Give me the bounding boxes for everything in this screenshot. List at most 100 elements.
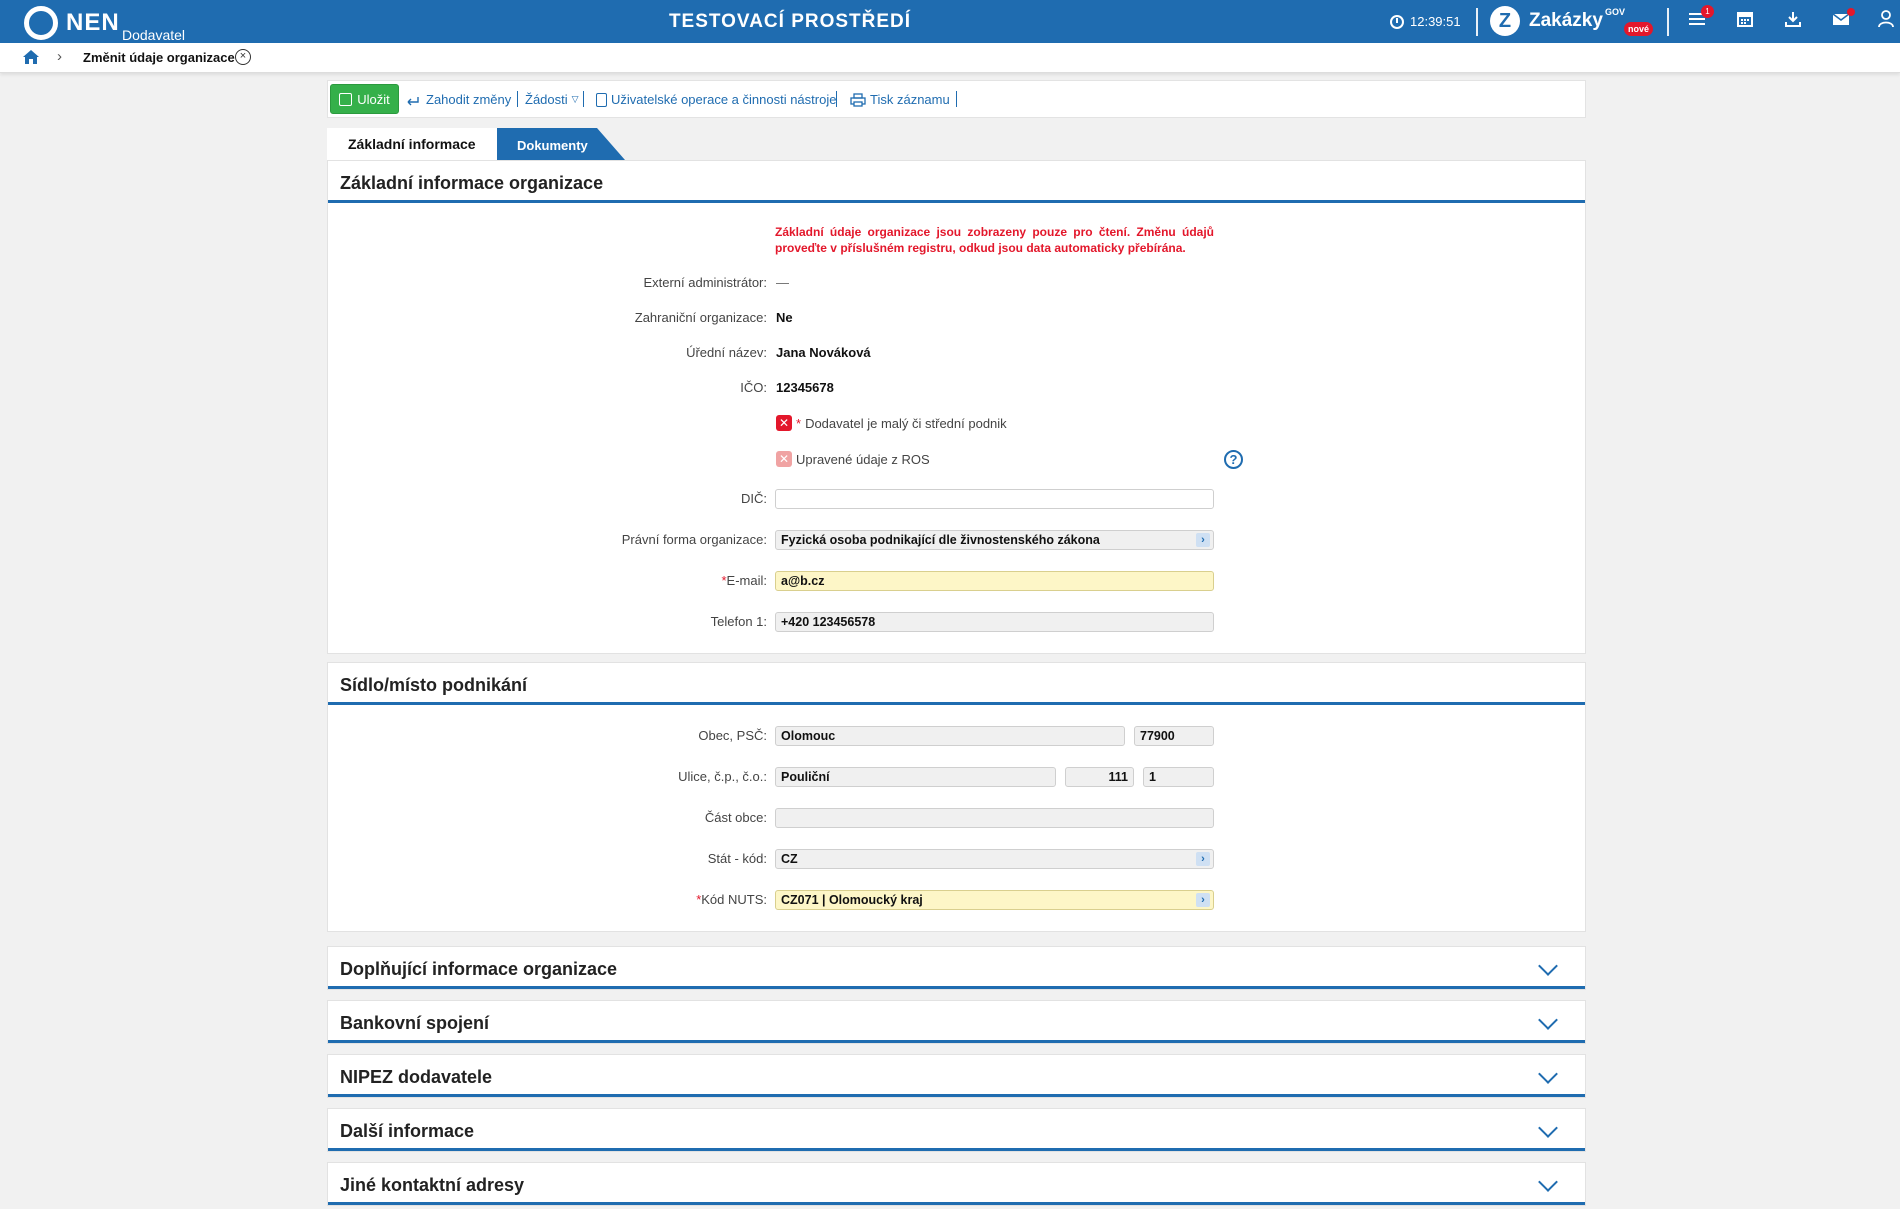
new-badge: nové <box>1624 22 1654 36</box>
panel-title: Bankovní spojení <box>340 1013 490 1033</box>
email-input[interactable]: a@b.cz <box>775 571 1214 591</box>
phone-label: Telefon 1: <box>710 614 767 629</box>
collapsible-panel-nipez[interactable]: NIPEZ dodavatele <box>327 1054 1586 1098</box>
city-label: Obec, PSČ: <box>698 728 767 743</box>
home-icon[interactable] <box>22 49 40 65</box>
panel-header[interactable]: Doplňující informace organizace <box>328 947 1585 989</box>
chevron-down-icon[interactable] <box>1538 1172 1558 1192</box>
close-icon[interactable]: × <box>235 49 251 65</box>
discard-label: Zahodit změny <box>426 92 512 107</box>
download-icon[interactable] <box>1782 10 1804 32</box>
email-label: E-mail: <box>726 573 767 588</box>
help-icon[interactable]: ? <box>1224 450 1243 469</box>
phone-input[interactable]: +420 123456578 <box>775 612 1214 632</box>
ico-label: IČO: <box>740 380 767 395</box>
cross-icon: ✕ <box>776 451 792 467</box>
action-toolbar: Uložit Zahodit změny Žádosti ▽ Uživatels… <box>327 80 1586 118</box>
collapsible-panel-bank[interactable]: Bankovní spojení <box>327 1000 1586 1044</box>
print-record-link[interactable]: Tisk záznamu <box>850 92 950 107</box>
official-name-label: Úřední název: <box>686 345 767 360</box>
panel-header[interactable]: Další informace <box>328 1109 1585 1151</box>
street-input[interactable]: Pouliční <box>775 767 1056 787</box>
menu-icon[interactable]: 1 <box>1686 5 1714 32</box>
top-bar: NEN Dodavatel TESTOVACÍ PROSTŘEDÍ 12:39:… <box>0 0 1900 43</box>
panel-title: Jiné kontaktní adresy <box>340 1175 525 1195</box>
dic-input[interactable] <box>775 489 1214 509</box>
chevron-down-icon[interactable] <box>1538 1118 1558 1138</box>
divider <box>517 91 518 107</box>
user-operations-label: Uživatelské operace a činnosti nástroje <box>611 92 837 107</box>
floppy-icon <box>339 92 353 106</box>
orientation-number-input[interactable]: 1 <box>1143 767 1214 787</box>
panel-header[interactable]: Jiné kontaktní adresy <box>328 1163 1585 1205</box>
clock-icon <box>1390 14 1404 29</box>
user-operations-link[interactable]: Uživatelské operace a činnosti nástroje <box>596 92 836 107</box>
panel-header[interactable]: Bankovní spojení <box>328 1001 1585 1043</box>
calendar-icon[interactable] <box>1734 10 1756 32</box>
nuts-label-wrap: *Kód NUTS: <box>327 892 767 907</box>
street-label: Ulice, č.p., č.o.: <box>678 769 767 784</box>
panel-header[interactable]: NIPEZ dodavatele <box>328 1055 1585 1097</box>
house-number-input[interactable]: 111 <box>1065 767 1134 787</box>
sme-checkbox[interactable]: ✕ * Dodavatel je malý či střední podnik <box>776 415 1007 431</box>
ext-admin-label: Externí administrátor: <box>643 275 767 290</box>
sme-label: Dodavatel je malý či střední podnik <box>805 415 1007 431</box>
divider <box>1667 8 1669 36</box>
panel-title: Sídlo/místo podnikání <box>340 675 528 695</box>
chevron-down-icon[interactable] <box>1538 1010 1558 1030</box>
ros-checkbox: ✕ Upravené údaje z ROS <box>776 451 930 467</box>
legal-form-select[interactable]: Fyzická osoba podnikající dle živnostens… <box>775 530 1214 550</box>
country-value: CZ <box>781 852 798 866</box>
panel-header: Sídlo/místo podnikání <box>328 663 1585 705</box>
panel-title: Doplňující informace organizace <box>340 959 618 979</box>
zakazky-logo-icon: Z <box>1490 6 1520 36</box>
breadcrumb-current[interactable]: Změnit údaje organizace <box>83 50 235 65</box>
official-name-value: Jana Nováková <box>776 345 871 360</box>
tab-basic-info[interactable]: Základní informace <box>327 128 497 160</box>
read-only-notice: Základní údaje organizace jsou zobrazeny… <box>775 225 1214 255</box>
save-button[interactable]: Uložit <box>330 84 399 114</box>
chevron-right-icon: › <box>57 48 62 65</box>
chevron-right-icon[interactable]: › <box>1196 533 1210 547</box>
chevron-right-icon[interactable]: › <box>1196 852 1210 866</box>
panel-title: NIPEZ dodavatele <box>340 1067 493 1087</box>
divider <box>1476 8 1478 36</box>
ros-label: Upravené údaje z ROS <box>796 451 930 467</box>
country-select[interactable]: CZ › <box>775 849 1214 869</box>
gov-label: GOV <box>1604 7 1625 17</box>
session-clock: 12:39:51 <box>1390 14 1461 29</box>
tab-documents[interactable]: Dokumenty <box>497 128 625 160</box>
divider <box>836 91 837 107</box>
collapsible-panel-other-info[interactable]: Další informace <box>327 1108 1586 1152</box>
panel-title: Základní informace organizace <box>340 173 604 193</box>
printer-icon <box>850 92 866 107</box>
mail-icon[interactable] <box>1830 8 1855 32</box>
zip-input[interactable]: 77900 <box>1134 726 1214 746</box>
requests-label: Žádosti <box>525 92 568 107</box>
required-marker: * <box>796 415 802 431</box>
country-label: Stát - kód: <box>707 851 767 866</box>
panel-title: Další informace <box>340 1121 475 1141</box>
collapsible-panel-additional-info[interactable]: Doplňující informace organizace <box>327 946 1586 990</box>
chevron-right-icon[interactable]: › <box>1196 893 1210 907</box>
zakazky-gov-link[interactable]: Z Zakázky GOV nové <box>1490 6 1654 36</box>
nuts-select[interactable]: CZ071 | Olomoucký kraj › <box>775 890 1214 910</box>
requests-dropdown[interactable]: Žádosti ▽ <box>525 92 579 107</box>
zakazky-label: Zakázky <box>1529 10 1603 31</box>
city-input[interactable]: Olomouc <box>775 726 1125 746</box>
user-icon[interactable] <box>1875 10 1897 32</box>
discard-changes-link[interactable]: Zahodit změny <box>406 92 511 107</box>
save-label: Uložit <box>357 91 390 107</box>
divider <box>956 91 957 107</box>
chevron-down-icon[interactable] <box>1538 956 1558 976</box>
undo-icon <box>407 96 419 105</box>
triangle-down-icon: ▽ <box>571 94 579 104</box>
district-label: Část obce: <box>704 810 767 825</box>
chevron-down-icon[interactable] <box>1538 1064 1558 1084</box>
tab-documents-label: Dokumenty <box>517 138 588 153</box>
district-input[interactable] <box>775 808 1214 828</box>
collapsible-panel-contact-addresses[interactable]: Jiné kontaktní adresy <box>327 1162 1586 1206</box>
clipboard-icon <box>596 92 607 107</box>
legal-form-label: Právní forma organizace: <box>621 532 767 547</box>
dic-label: DIČ: <box>741 491 767 506</box>
